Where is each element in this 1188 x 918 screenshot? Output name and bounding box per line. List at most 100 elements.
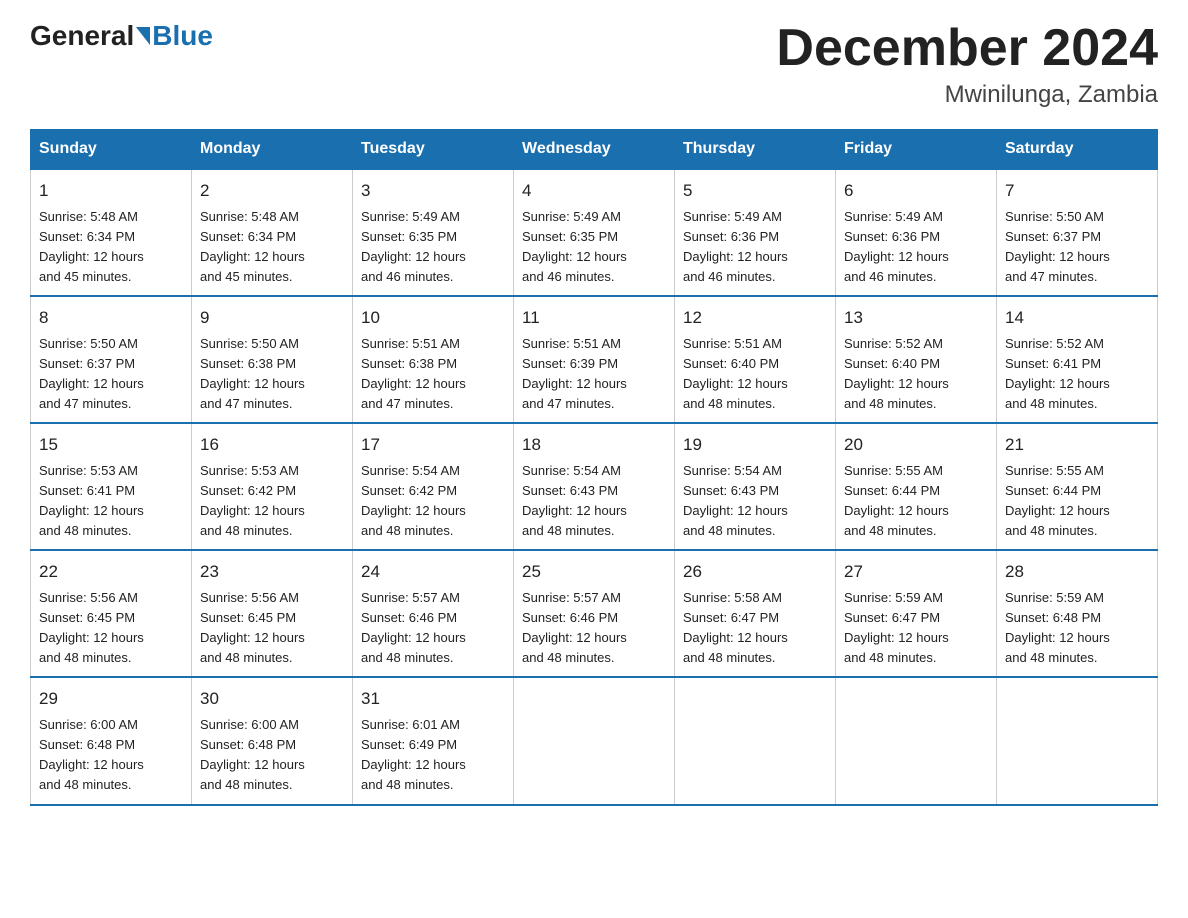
calendar-cell: 20 Sunrise: 5:55 AMSunset: 6:44 PMDayligh…	[836, 423, 997, 550]
header-day-wednesday: Wednesday	[514, 130, 675, 170]
week-row-4: 22 Sunrise: 5:56 AMSunset: 6:45 PMDayligh…	[31, 550, 1158, 677]
day-info: Sunrise: 5:51 AMSunset: 6:38 PMDaylight:…	[361, 334, 505, 415]
day-info: Sunrise: 5:54 AMSunset: 6:43 PMDaylight:…	[683, 461, 827, 542]
day-info: Sunrise: 5:48 AMSunset: 6:34 PMDaylight:…	[200, 207, 344, 288]
calendar-cell: 8 Sunrise: 5:50 AMSunset: 6:37 PMDaylight…	[31, 296, 192, 423]
day-info: Sunrise: 5:49 AMSunset: 6:35 PMDaylight:…	[522, 207, 666, 288]
calendar-cell	[836, 677, 997, 804]
day-number: 23	[200, 559, 344, 585]
day-number: 5	[683, 178, 827, 204]
calendar-cell: 27 Sunrise: 5:59 AMSunset: 6:47 PMDayligh…	[836, 550, 997, 677]
calendar-cell: 16 Sunrise: 5:53 AMSunset: 6:42 PMDayligh…	[192, 423, 353, 550]
day-info: Sunrise: 5:54 AMSunset: 6:43 PMDaylight:…	[522, 461, 666, 542]
day-info: Sunrise: 5:51 AMSunset: 6:40 PMDaylight:…	[683, 334, 827, 415]
day-info: Sunrise: 5:53 AMSunset: 6:41 PMDaylight:…	[39, 461, 183, 542]
day-number: 4	[522, 178, 666, 204]
day-number: 15	[39, 432, 183, 458]
header-day-sunday: Sunday	[31, 130, 192, 170]
day-number: 27	[844, 559, 988, 585]
day-number: 26	[683, 559, 827, 585]
calendar-cell: 22Sunrise: 5:56 AMSunset: 6:45 PMDayligh…	[31, 550, 192, 677]
calendar-body: 1 Sunrise: 5:48 AMSunset: 6:34 PMDaylight…	[31, 169, 1158, 804]
day-info: Sunrise: 5:49 AMSunset: 6:36 PMDaylight:…	[683, 207, 827, 288]
day-info: Sunrise: 5:50 AMSunset: 6:37 PMDaylight:…	[1005, 207, 1149, 288]
day-info: Sunrise: 6:00 AMSunset: 6:48 PMDaylight:…	[39, 715, 183, 796]
day-info: Sunrise: 5:52 AMSunset: 6:40 PMDaylight:…	[844, 334, 988, 415]
header-day-monday: Monday	[192, 130, 353, 170]
day-info: Sunrise: 5:58 AMSunset: 6:47 PMDaylight:…	[683, 588, 827, 669]
day-info: Sunrise: 5:49 AMSunset: 6:36 PMDaylight:…	[844, 207, 988, 288]
header-day-thursday: Thursday	[675, 130, 836, 170]
day-number: 14	[1005, 305, 1149, 331]
day-info: Sunrise: 5:59 AMSunset: 6:47 PMDaylight:…	[844, 588, 988, 669]
day-info: Sunrise: 5:56 AMSunset: 6:45 PMDaylight:…	[200, 588, 344, 669]
calendar-title: December 2024	[776, 20, 1158, 77]
day-number: 3	[361, 178, 505, 204]
calendar-cell: 11Sunrise: 5:51 AMSunset: 6:39 PMDayligh…	[514, 296, 675, 423]
day-info: Sunrise: 5:53 AMSunset: 6:42 PMDaylight:…	[200, 461, 344, 542]
day-number: 9	[200, 305, 344, 331]
week-row-3: 15 Sunrise: 5:53 AMSunset: 6:41 PMDayligh…	[31, 423, 1158, 550]
day-info: Sunrise: 5:55 AMSunset: 6:44 PMDaylight:…	[844, 461, 988, 542]
day-number: 25	[522, 559, 666, 585]
calendar-cell: 14 Sunrise: 5:52 AMSunset: 6:41 PMDayligh…	[997, 296, 1158, 423]
calendar-cell	[675, 677, 836, 804]
day-number: 30	[200, 686, 344, 712]
day-info: Sunrise: 5:48 AMSunset: 6:34 PMDaylight:…	[39, 207, 183, 288]
calendar-cell: 24 Sunrise: 5:57 AMSunset: 6:46 PMDayligh…	[353, 550, 514, 677]
header-day-tuesday: Tuesday	[353, 130, 514, 170]
day-number: 28	[1005, 559, 1149, 585]
calendar-cell: 26 Sunrise: 5:58 AMSunset: 6:47 PMDayligh…	[675, 550, 836, 677]
title-block: December 2024 Mwinilunga, Zambia	[776, 20, 1158, 109]
calendar-cell: 17Sunrise: 5:54 AMSunset: 6:42 PMDayligh…	[353, 423, 514, 550]
day-number: 16	[200, 432, 344, 458]
day-number: 29	[39, 686, 183, 712]
page-header: General Blue December 2024 Mwinilunga, Z…	[30, 20, 1158, 109]
day-number: 17	[361, 432, 505, 458]
day-number: 2	[200, 178, 344, 204]
calendar-cell: 29 Sunrise: 6:00 AMSunset: 6:48 PMDayligh…	[31, 677, 192, 804]
calendar-cell: 28 Sunrise: 5:59 AMSunset: 6:48 PMDayligh…	[997, 550, 1158, 677]
header-day-saturday: Saturday	[997, 130, 1158, 170]
day-number: 7	[1005, 178, 1149, 204]
calendar-cell: 5 Sunrise: 5:49 AMSunset: 6:36 PMDaylight…	[675, 169, 836, 296]
day-number: 8	[39, 305, 183, 331]
calendar-cell	[514, 677, 675, 804]
day-number: 19	[683, 432, 827, 458]
day-info: Sunrise: 5:57 AMSunset: 6:46 PMDaylight:…	[361, 588, 505, 669]
day-info: Sunrise: 5:59 AMSunset: 6:48 PMDaylight:…	[1005, 588, 1149, 669]
logo-general-text: General	[30, 20, 134, 52]
calendar-cell: 30 Sunrise: 6:00 AMSunset: 6:48 PMDayligh…	[192, 677, 353, 804]
week-row-2: 8 Sunrise: 5:50 AMSunset: 6:37 PMDaylight…	[31, 296, 1158, 423]
day-number: 31	[361, 686, 505, 712]
calendar-cell: 9Sunrise: 5:50 AMSunset: 6:38 PMDaylight…	[192, 296, 353, 423]
calendar-cell: 6 Sunrise: 5:49 AMSunset: 6:36 PMDaylight…	[836, 169, 997, 296]
calendar-header: SundayMondayTuesdayWednesdayThursdayFrid…	[31, 130, 1158, 170]
logo: General Blue	[30, 20, 213, 52]
day-number: 22	[39, 559, 183, 585]
day-number: 21	[1005, 432, 1149, 458]
logo-blue-text: Blue	[152, 20, 213, 52]
day-info: Sunrise: 5:51 AMSunset: 6:39 PMDaylight:…	[522, 334, 666, 415]
day-number: 13	[844, 305, 988, 331]
calendar-cell: 23 Sunrise: 5:56 AMSunset: 6:45 PMDayligh…	[192, 550, 353, 677]
calendar-cell: 15 Sunrise: 5:53 AMSunset: 6:41 PMDayligh…	[31, 423, 192, 550]
calendar-cell	[997, 677, 1158, 804]
calendar-cell: 12Sunrise: 5:51 AMSunset: 6:40 PMDayligh…	[675, 296, 836, 423]
calendar-cell: 3 Sunrise: 5:49 AMSunset: 6:35 PMDaylight…	[353, 169, 514, 296]
day-number: 20	[844, 432, 988, 458]
calendar-cell: 31Sunrise: 6:01 AMSunset: 6:49 PMDayligh…	[353, 677, 514, 804]
day-info: Sunrise: 6:00 AMSunset: 6:48 PMDaylight:…	[200, 715, 344, 796]
calendar-cell: 1 Sunrise: 5:48 AMSunset: 6:34 PMDaylight…	[31, 169, 192, 296]
day-number: 1	[39, 178, 183, 204]
day-info: Sunrise: 5:52 AMSunset: 6:41 PMDaylight:…	[1005, 334, 1149, 415]
day-number: 24	[361, 559, 505, 585]
day-info: Sunrise: 5:50 AMSunset: 6:37 PMDaylight:…	[39, 334, 183, 415]
day-info: Sunrise: 5:49 AMSunset: 6:35 PMDaylight:…	[361, 207, 505, 288]
week-row-5: 29 Sunrise: 6:00 AMSunset: 6:48 PMDayligh…	[31, 677, 1158, 804]
day-number: 6	[844, 178, 988, 204]
header-day-friday: Friday	[836, 130, 997, 170]
calendar-cell: 2 Sunrise: 5:48 AMSunset: 6:34 PMDaylight…	[192, 169, 353, 296]
day-number: 10	[361, 305, 505, 331]
calendar-subtitle: Mwinilunga, Zambia	[776, 81, 1158, 109]
